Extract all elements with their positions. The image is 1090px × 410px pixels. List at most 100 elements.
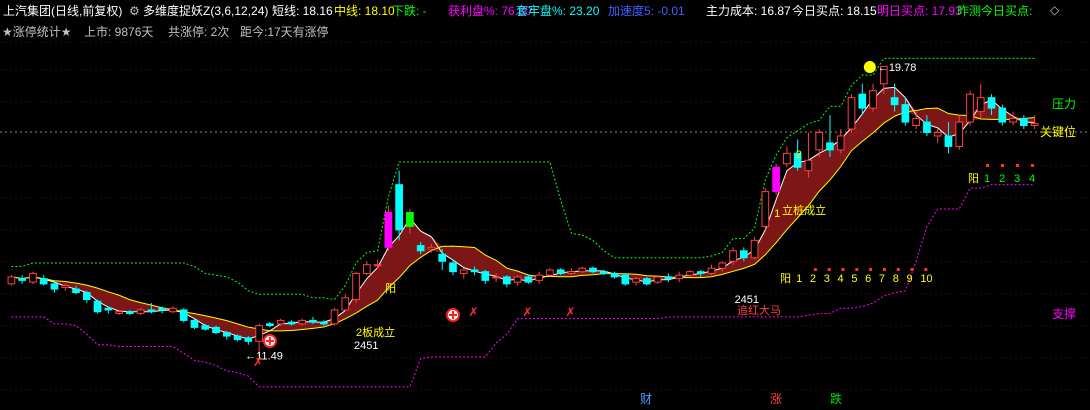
signal-label: 阳 [385,282,396,295]
candle [158,307,167,311]
signal-label: 追红大马 [737,303,781,317]
candle [147,309,156,313]
candle [179,309,188,321]
max-label: ←19.78 [878,62,917,74]
count-dot [869,268,873,271]
candle [233,335,242,341]
candle [524,276,533,283]
support-line [11,184,1035,388]
candle [664,276,673,280]
candle [890,97,899,106]
candle [858,93,867,109]
max-marker [863,61,876,74]
count-dot [827,268,831,271]
candle [987,97,996,109]
candle [718,262,727,269]
min-label: ←11.49 [245,351,283,363]
count-dot [855,268,859,271]
count-label: 6 [865,273,871,285]
candle [18,278,26,281]
signal-label: 阳 [780,272,791,285]
candle [933,131,942,137]
count-label: 8 [893,273,899,285]
candle [696,271,705,274]
candle [352,272,360,301]
candle [589,267,597,273]
candle [244,337,253,342]
key-level-label: 关键位 [1040,124,1076,139]
candle [406,212,414,227]
count-dot [986,164,989,167]
candle [836,135,845,151]
candle [319,321,328,325]
candle [556,269,565,274]
candle [72,288,80,294]
candle [998,107,1007,123]
count-label: 1 [796,273,802,285]
candle [384,212,393,248]
signal-label: 1 [774,208,780,220]
candle [330,309,339,325]
price-chart[interactable]: ←19.78←11.49压力关键位支撑2板成立2451阳立桩成立2451追红大马… [0,0,1090,410]
bottom-event-label: 财 [640,392,652,406]
candle [459,269,468,274]
count-dot [910,268,914,271]
candle [449,262,457,273]
candle [535,274,543,281]
candle [729,250,737,262]
butterfly-icon: ✗ [253,355,263,369]
candle [126,311,134,314]
count-dot [924,268,928,271]
candle [632,278,640,283]
candle [190,319,199,328]
candle [222,332,231,337]
bottom-event-label: 跌 [830,391,842,406]
count-dot [841,268,845,271]
candle [298,319,307,325]
signal-label: 2451 [354,340,378,352]
butterfly-icon: ✗ [565,305,575,319]
candle [944,135,953,147]
candle [438,253,447,262]
candle [373,264,382,267]
candle [416,245,425,252]
signal-label: 2板成立 [356,325,395,339]
candle [362,264,371,274]
candle [976,97,985,113]
candle [578,267,587,273]
candle [115,311,123,314]
candle [783,152,791,165]
candle [470,269,479,273]
candle [826,142,834,151]
candle [847,97,856,130]
candle [513,276,522,283]
candle [653,276,662,283]
count-label: 7 [879,273,885,285]
signal-label: 2 [796,149,802,161]
count-dot [1001,164,1004,167]
candle [212,326,220,334]
count-dot [813,268,817,271]
support-label: 支撑 [1052,306,1076,321]
count-label: 5 [851,273,857,285]
count-label: 10 [920,273,932,285]
candle [1009,118,1017,123]
candle [621,274,630,285]
candle [675,274,684,280]
candle [169,307,177,313]
count-dot [1016,164,1019,167]
candle [739,250,748,259]
candle [923,121,931,133]
candle [50,283,59,290]
candle [287,321,296,325]
resistance-label: 压力 [1052,97,1076,111]
candle [772,166,780,193]
count-label: 3 [1014,173,1020,185]
candle [395,184,403,231]
candle [707,267,716,274]
candle [255,325,263,342]
candle [136,309,145,314]
candle [546,269,554,276]
candle [610,272,619,278]
candle [869,90,877,109]
